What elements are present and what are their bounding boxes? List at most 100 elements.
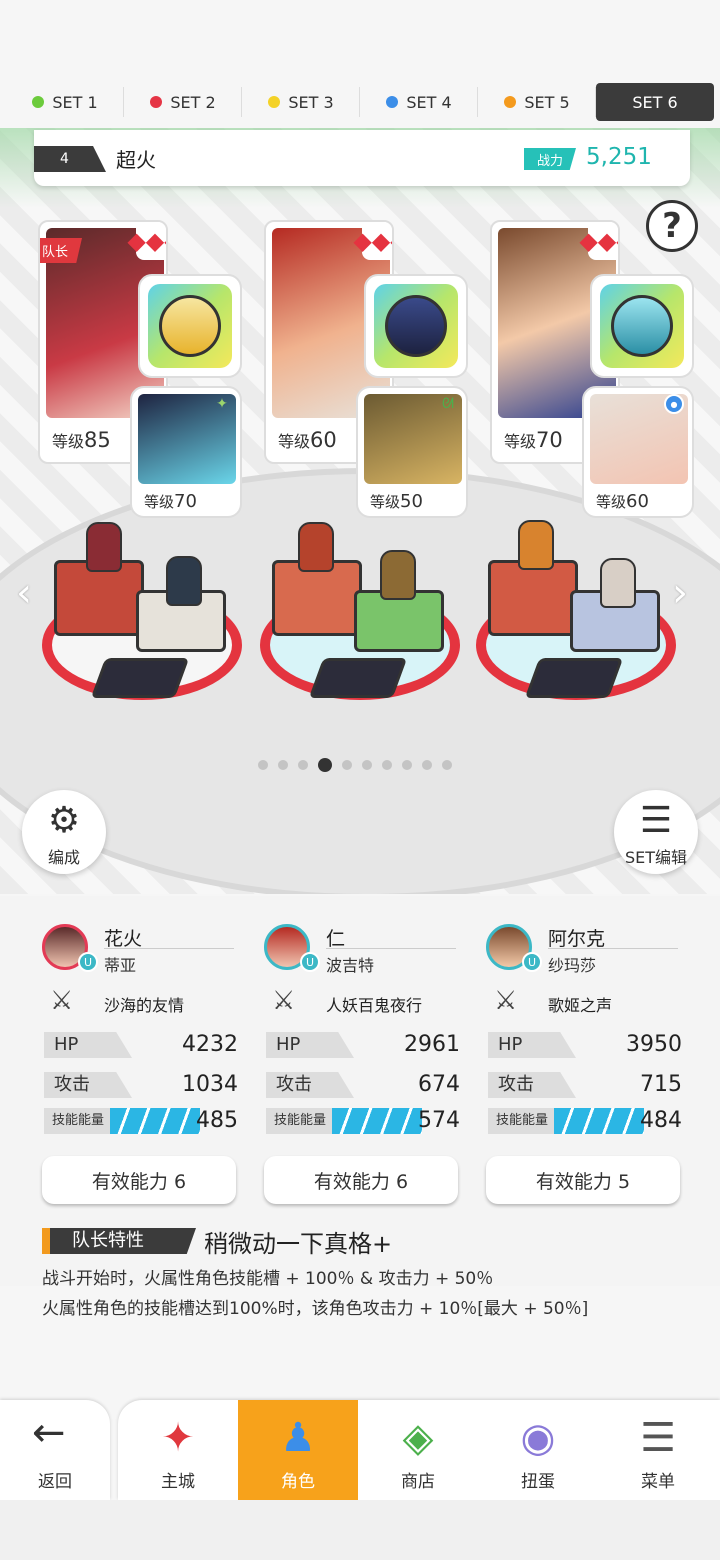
nav-character[interactable]: ♟ 角色 xyxy=(238,1400,358,1500)
tab-set-1[interactable]: SET 1 xyxy=(6,83,124,121)
pedestal-gem-block xyxy=(524,658,624,698)
leader-skill-desc-1: 战斗开始时，火属性角色技能槽 + 100％ & 攻击力 + 50％ xyxy=(42,1269,494,1289)
team-number: 4 xyxy=(34,146,106,172)
pedestal-gem-block xyxy=(90,658,190,698)
set-1-color-dot xyxy=(32,96,45,108)
back-label: 返回 xyxy=(38,1472,72,1492)
sub-level-value: 50 xyxy=(400,491,423,512)
nav-menu-label: 菜单 xyxy=(641,1472,675,1492)
main-level-value: 85 xyxy=(84,428,111,452)
name-divider xyxy=(548,948,678,949)
equipment-card[interactable] xyxy=(590,274,694,378)
team-name[interactable]: 超火 xyxy=(116,144,156,173)
skill-energy-stat: 技能能量 484 xyxy=(488,1108,682,1136)
page-dot[interactable] xyxy=(402,760,412,770)
weapon-icon: ⚔ xyxy=(50,986,74,1016)
page-dot-active[interactable] xyxy=(318,758,332,772)
sub-level-prefix: 等级 xyxy=(370,493,401,511)
equipment-card[interactable] xyxy=(138,274,242,378)
list-icon: ☰ xyxy=(639,800,673,841)
main-level-prefix: 等级 xyxy=(278,432,311,451)
formation-label: 编成 xyxy=(47,848,80,867)
back-button[interactable]: ← 返回 xyxy=(0,1400,110,1500)
set-5-color-dot xyxy=(504,96,517,108)
nav-menu[interactable]: ☰ 菜单 xyxy=(598,1400,718,1500)
page-dot[interactable] xyxy=(342,760,352,770)
weapon-name[interactable]: 人妖百鬼夜行 xyxy=(326,992,422,1016)
attack-stat: 攻击 715 xyxy=(488,1072,682,1100)
nav-home[interactable]: ✦ 主城 xyxy=(118,1400,238,1500)
power-label: 战力 xyxy=(524,148,576,170)
attack-label: 攻击 xyxy=(488,1072,576,1098)
tab-set-3[interactable]: SET 3 xyxy=(242,83,360,121)
skill-energy-bar xyxy=(554,1108,644,1134)
attack-label: 攻击 xyxy=(44,1072,132,1098)
page-dot[interactable] xyxy=(382,760,392,770)
main-level: 等级85 xyxy=(48,428,115,452)
tab-set-4-label: SET 4 xyxy=(406,92,452,112)
pedestal-3[interactable] xyxy=(470,520,682,710)
page-dot[interactable] xyxy=(362,760,372,770)
skill-energy-value: 484 xyxy=(640,1108,682,1133)
water-element-icon: ● xyxy=(664,394,684,414)
sub-level-prefix: 等级 xyxy=(596,493,627,511)
main-level: 等级60 xyxy=(274,428,341,452)
equipment-card[interactable] xyxy=(364,274,468,378)
formation-button[interactable]: ⚙ 编成 xyxy=(22,790,106,874)
nav-tabs: ✦ 主城 ♟ 角色 ◈ 商店 ◉ 扭蛋 ☰ 菜单 xyxy=(118,1400,720,1500)
set-tabs: SET 1 SET 2 SET 3 SET 4 SET 5 SET 6 xyxy=(0,82,720,122)
sub-level: 等级70 xyxy=(144,491,197,512)
set-edit-button[interactable]: ☰ SET编辑 xyxy=(614,790,698,874)
system-bottom-area xyxy=(0,1500,720,1560)
sub-character-name: 纱玛莎 xyxy=(548,956,597,975)
chibi-sub xyxy=(166,556,202,606)
next-arrow-icon[interactable]: › xyxy=(672,570,688,616)
tab-set-4[interactable]: SET 4 xyxy=(360,83,478,121)
effective-ability-button[interactable]: 有效能力 6 xyxy=(42,1156,236,1204)
nav-gacha[interactable]: ◉ 扭蛋 xyxy=(478,1400,598,1500)
pedestal-2[interactable] xyxy=(254,522,466,710)
tab-set-1-label: SET 1 xyxy=(52,92,98,112)
page-dot[interactable] xyxy=(298,760,308,770)
hp-stat: HP 2961 xyxy=(266,1032,460,1060)
nav-shop[interactable]: ◈ 商店 xyxy=(358,1400,478,1500)
prev-arrow-icon[interactable]: ‹ xyxy=(16,570,32,616)
sub-character-card[interactable]: ✦ 等级70 xyxy=(130,386,242,518)
sub-level-value: 70 xyxy=(174,491,197,512)
nav-character-label: 角色 xyxy=(281,1472,315,1492)
weapon-name[interactable]: 沙海的友情 xyxy=(104,992,184,1016)
suit-icon: ◆◆◆ xyxy=(353,222,392,260)
weapon-name[interactable]: 歌姬之声 xyxy=(548,992,612,1016)
effective-ability-button[interactable]: 有效能力 6 xyxy=(264,1156,458,1204)
tab-set-6[interactable]: SET 6 xyxy=(596,83,714,121)
element-u-icon: U xyxy=(522,952,542,972)
equipment-orb-icon xyxy=(374,284,458,368)
tab-set-5[interactable]: SET 5 xyxy=(478,83,596,121)
home-castle-icon: ✦ xyxy=(161,1415,195,1461)
main-level-value: 70 xyxy=(536,428,563,452)
pedestal-gem-block xyxy=(308,658,408,698)
page-dot[interactable] xyxy=(258,760,268,770)
gacha-orb-icon: ◉ xyxy=(520,1415,556,1461)
skill-energy-value: 574 xyxy=(418,1108,460,1133)
character-name: 花火 xyxy=(104,928,143,950)
pedestal-block-main xyxy=(488,560,578,636)
page-dot[interactable] xyxy=(442,760,452,770)
set-4-color-dot xyxy=(386,96,399,108)
attack-label: 攻击 xyxy=(266,1072,354,1098)
page-dot[interactable] xyxy=(422,760,432,770)
sub-character-name: 蒂亚 xyxy=(104,956,137,975)
party-slot-3: ◆◆◆ 等级70 ● 等级60 xyxy=(486,216,696,518)
hp-label: HP xyxy=(266,1032,354,1058)
sub-character-card[interactable]: ᘛ 等级50 xyxy=(356,386,468,518)
shop-icon: ◈ xyxy=(402,1415,434,1461)
hp-stat: HP 3950 xyxy=(488,1032,682,1060)
effective-ability-button[interactable]: 有效能力 5 xyxy=(486,1156,680,1204)
team-bar: 4 超火 战力 5,251 xyxy=(34,130,690,186)
tab-set-2[interactable]: SET 2 xyxy=(124,83,242,121)
element-u-icon: U xyxy=(300,952,320,972)
sub-character-card[interactable]: ● 等级60 xyxy=(582,386,694,518)
page-dot[interactable] xyxy=(278,760,288,770)
pedestal-1[interactable] xyxy=(36,522,248,710)
sparkle-icon: ✦ xyxy=(216,396,228,412)
